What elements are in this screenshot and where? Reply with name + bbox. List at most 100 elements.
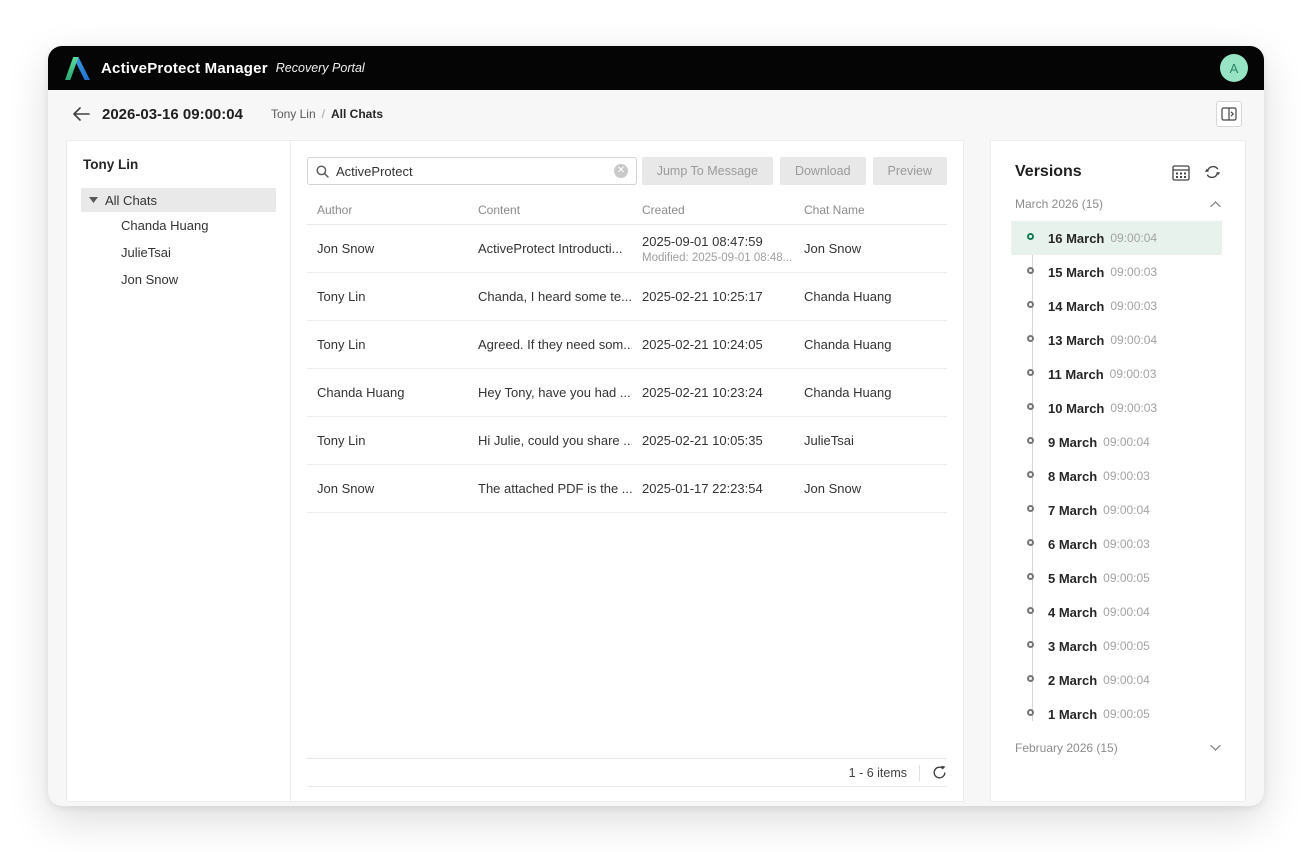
- table-body: Jon Snow ActiveProtect Introducti... 202…: [307, 225, 947, 513]
- preview-button[interactable]: Preview: [873, 157, 947, 185]
- version-time: 09:00:04: [1103, 605, 1150, 619]
- version-item[interactable]: 6 March 09:00:03: [1011, 527, 1222, 561]
- breadcrumb: Tony Lin / All Chats: [271, 107, 383, 121]
- version-item[interactable]: 9 March 09:00:04: [1011, 425, 1222, 459]
- version-item[interactable]: 1 March 09:00:05: [1011, 697, 1222, 731]
- version-item[interactable]: 10 March 09:00:03: [1011, 391, 1222, 425]
- download-button[interactable]: Download: [780, 157, 866, 185]
- table-row[interactable]: Jon Snow The attached PDF is the ... 202…: [307, 465, 947, 513]
- created-time: 2025-02-21 10:05:35: [642, 433, 794, 448]
- chat-list: Chanda Huang JulieTsai Jon Snow: [67, 212, 290, 293]
- chat-name-label: Jon Snow: [121, 272, 178, 287]
- user-avatar[interactable]: A: [1220, 54, 1248, 82]
- version-dot-icon: [1027, 607, 1034, 614]
- refresh-versions-icon[interactable]: [1204, 164, 1221, 180]
- cell-author: Tony Lin: [307, 289, 468, 304]
- created-time: 2025-01-17 22:23:54: [642, 481, 794, 496]
- column-chat-name[interactable]: Chat Name: [794, 203, 947, 217]
- version-item[interactable]: 8 March 09:00:03: [1011, 459, 1222, 493]
- jump-to-message-button[interactable]: Jump To Message: [642, 157, 773, 185]
- version-dot-icon: [1027, 233, 1034, 240]
- column-author[interactable]: Author: [307, 203, 468, 217]
- version-dot-icon: [1027, 301, 1034, 308]
- search-row: ✕ Jump To Message Download Preview: [291, 141, 963, 195]
- sidebar-item-chat[interactable]: Chanda Huang: [67, 212, 290, 239]
- version-item[interactable]: 13 March 09:00:04: [1011, 323, 1222, 357]
- refresh-table-icon[interactable]: [932, 765, 947, 780]
- version-group-march[interactable]: March 2026 (15): [991, 187, 1245, 219]
- version-dot-icon: [1027, 505, 1034, 512]
- version-item[interactable]: 2 March 09:00:04: [1011, 663, 1222, 697]
- version-dot-icon: [1027, 403, 1034, 410]
- modified-time: Modified: 2025-09-01 08:48...: [642, 252, 794, 264]
- calendar-icon[interactable]: [1172, 164, 1190, 181]
- group-label: February 2026 (15): [1015, 741, 1118, 755]
- version-date: 8 March: [1048, 469, 1097, 484]
- version-item[interactable]: 5 March 09:00:05: [1011, 561, 1222, 595]
- cell-created: 2025-01-17 22:23:54: [632, 481, 794, 496]
- version-item[interactable]: 15 March 09:00:03: [1011, 255, 1222, 289]
- chevron-down-icon: [1210, 745, 1221, 751]
- app-title: ActiveProtect Manager: [101, 60, 268, 77]
- pager-divider: [919, 765, 920, 781]
- column-content[interactable]: Content: [468, 203, 632, 217]
- versions-header: Versions: [991, 141, 1245, 187]
- table-row[interactable]: Tony Lin Hi Julie, could you share ... 2…: [307, 417, 947, 465]
- version-item[interactable]: 16 March 09:00:04: [1011, 221, 1222, 255]
- version-group-february[interactable]: February 2026 (15): [991, 731, 1245, 763]
- sidebar-item-chat[interactable]: Jon Snow: [67, 266, 290, 293]
- table-row[interactable]: Chanda Huang Hey Tony, have you had ... …: [307, 369, 947, 417]
- sidebar-item-chat[interactable]: JulieTsai: [67, 239, 290, 266]
- version-dot-icon: [1027, 437, 1034, 444]
- version-date: 4 March: [1048, 605, 1097, 620]
- panel-toggle-icon: [1221, 107, 1237, 121]
- sidebar-item-all-chats[interactable]: All Chats: [81, 188, 276, 212]
- cell-chat-name: Chanda Huang: [794, 385, 947, 400]
- version-date: 13 March: [1048, 333, 1104, 348]
- version-dot-icon: [1027, 369, 1034, 376]
- version-item[interactable]: 7 March 09:00:04: [1011, 493, 1222, 527]
- cell-chat-name: JulieTsai: [794, 433, 947, 448]
- clear-search-icon[interactable]: ✕: [614, 164, 628, 178]
- chat-name-label: JulieTsai: [121, 245, 171, 260]
- version-date: 11 March: [1048, 367, 1104, 382]
- version-item[interactable]: 14 March 09:00:03: [1011, 289, 1222, 323]
- app-window: ActiveProtect Manager Recovery Portal A …: [48, 46, 1264, 806]
- version-time: 09:00:05: [1103, 571, 1150, 585]
- version-date: 7 March: [1048, 503, 1097, 518]
- titlebar: ActiveProtect Manager Recovery Portal A: [48, 46, 1264, 90]
- version-date: 10 March: [1048, 401, 1104, 416]
- chat-name-label: Chanda Huang: [121, 218, 208, 233]
- created-time: 2025-02-21 10:25:17: [642, 289, 794, 304]
- table-row[interactable]: Jon Snow ActiveProtect Introducti... 202…: [307, 225, 947, 273]
- breadcrumb-current: All Chats: [331, 107, 383, 121]
- table-pager: 1 - 6 items: [307, 758, 947, 787]
- version-date: 15 March: [1048, 265, 1104, 280]
- back-button[interactable]: [72, 104, 92, 124]
- version-timeline: 16 March 09:00:04 15 March 09:00:03 14 M…: [1011, 221, 1222, 731]
- version-time: 09:00:05: [1103, 707, 1150, 721]
- version-time: 09:00:03: [1110, 299, 1157, 313]
- version-item[interactable]: 4 March 09:00:04: [1011, 595, 1222, 629]
- cell-created: 2025-09-01 08:47:59 Modified: 2025-09-01…: [632, 234, 794, 264]
- cell-author: Jon Snow: [307, 241, 468, 256]
- search-icon: [316, 165, 329, 178]
- cell-author: Tony Lin: [307, 337, 468, 352]
- column-created[interactable]: Created: [632, 203, 794, 217]
- table-row[interactable]: Tony Lin Agreed. If they need som... 202…: [307, 321, 947, 369]
- version-date: 5 March: [1048, 571, 1097, 586]
- version-item[interactable]: 3 March 09:00:05: [1011, 629, 1222, 663]
- versions-panel: Versions: [990, 140, 1246, 802]
- collapse-panel-button[interactable]: [1216, 101, 1242, 127]
- search-input[interactable]: [336, 164, 607, 179]
- version-time: 09:00:04: [1110, 231, 1157, 245]
- version-time: 09:00:05: [1103, 639, 1150, 653]
- table-header: Author Content Created Chat Name: [307, 195, 947, 225]
- cell-content: ActiveProtect Introducti...: [468, 241, 632, 256]
- version-item[interactable]: 11 March 09:00:03: [1011, 357, 1222, 391]
- version-time: 09:00:03: [1103, 537, 1150, 551]
- breadcrumb-parent[interactable]: Tony Lin: [271, 107, 316, 121]
- table-row[interactable]: Tony Lin Chanda, I heard some te... 2025…: [307, 273, 947, 321]
- created-time: 2025-09-01 08:47:59: [642, 234, 794, 249]
- search-box[interactable]: ✕: [307, 157, 637, 185]
